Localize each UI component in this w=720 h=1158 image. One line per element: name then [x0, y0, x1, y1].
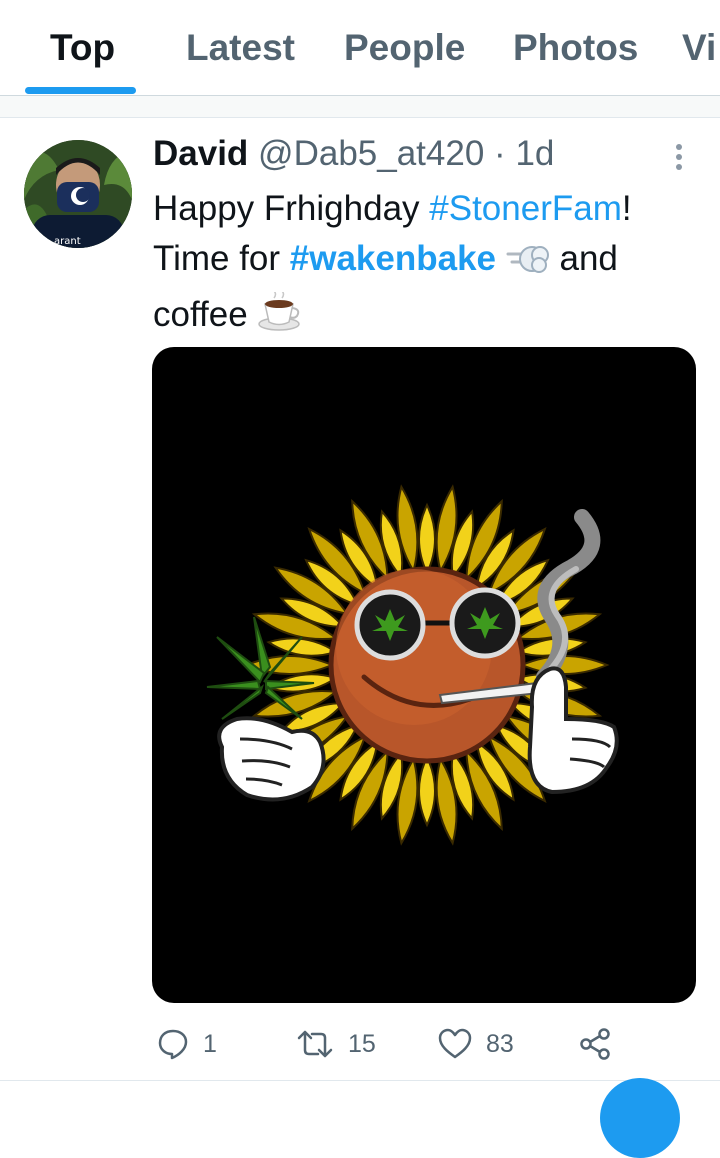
tab-photos[interactable]: Photos [513, 27, 638, 69]
retweet-button[interactable]: 15 [296, 1024, 376, 1064]
author-handle[interactable]: @Dab5_at420 [258, 134, 484, 173]
compose-tweet-button[interactable] [600, 1078, 680, 1158]
tweet-timestamp[interactable]: 1d [515, 134, 554, 173]
sunflower-illustration [206, 484, 619, 846]
avatar[interactable]: arant [24, 140, 132, 248]
reply-count: 1 [203, 1029, 217, 1058]
more-vertical-icon[interactable] [664, 140, 694, 174]
share-icon [580, 1028, 610, 1060]
tweet-header: David @Dab5_at420 · 1d [153, 134, 554, 174]
tab-latest[interactable]: Latest [186, 27, 295, 69]
text-segment: ! [621, 189, 632, 228]
tweet-line-1: Happy Frhighday #StonerFam! [153, 184, 698, 234]
divider [0, 1080, 720, 1081]
like-button[interactable]: 83 [438, 1024, 514, 1064]
section-gap [0, 96, 720, 118]
tweet-line-2: Time for #wakenbake and [153, 234, 698, 290]
tab-videos[interactable]: Vi [682, 27, 716, 69]
sunflower-petal [418, 754, 436, 828]
sunflower-petal [266, 637, 339, 657]
reply-button[interactable]: 1 [157, 1024, 217, 1064]
text-segment: Happy Frhighday [153, 189, 430, 228]
share-button[interactable] [578, 1024, 612, 1064]
retweet-icon [297, 1030, 333, 1058]
tab-top[interactable]: Top [50, 27, 115, 69]
avatar-image: arant [24, 140, 132, 248]
tweet-text: Happy Frhighday #StonerFam! Time for #wa… [153, 184, 698, 346]
author-name[interactable]: David [153, 134, 248, 173]
svg-text:arant: arant [54, 236, 81, 247]
search-tabs: Top Latest People Photos Vi [0, 0, 720, 95]
dashing-away-icon [506, 240, 550, 290]
tweet-line-3: coffee [153, 290, 698, 346]
retweet-count: 15 [348, 1029, 376, 1058]
sunflower-petal [418, 502, 436, 576]
like-count: 83 [486, 1029, 514, 1058]
tab-people[interactable]: People [344, 27, 465, 69]
text-segment: Time for [153, 239, 290, 278]
hashtag-wakenbake[interactable]: #wakenbake [290, 239, 496, 278]
text-segment: coffee [153, 295, 258, 334]
heart-icon [438, 1028, 472, 1059]
reply-icon [158, 1029, 188, 1060]
tweet-actions: 1 15 83 [0, 1020, 720, 1070]
text-segment: and [549, 239, 618, 278]
tweet-image[interactable] [152, 347, 696, 1003]
active-tab-indicator [25, 87, 136, 94]
coffee-icon [257, 290, 303, 346]
divider [0, 117, 720, 118]
separator-dot: · [494, 134, 506, 173]
hashtag-stonerfam[interactable]: #StonerFam [429, 189, 622, 228]
